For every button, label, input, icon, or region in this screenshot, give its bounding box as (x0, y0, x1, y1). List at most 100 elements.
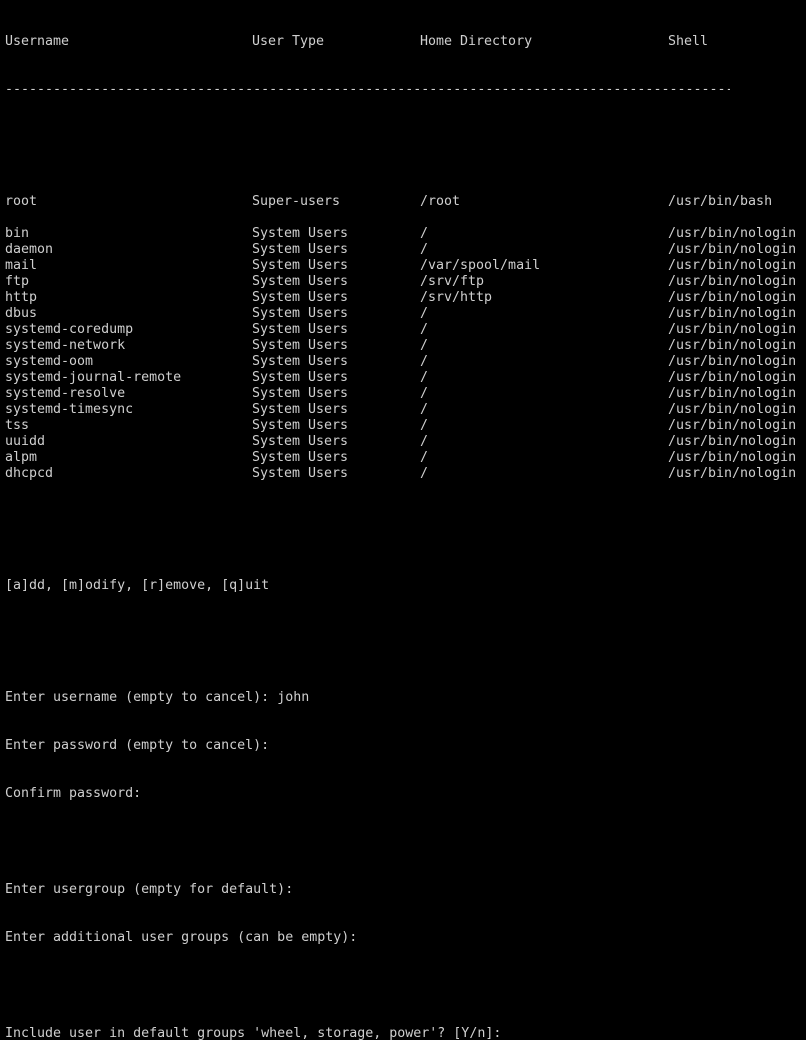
table-row: systemd-network System Users / /usr/bin/nol… (5, 338, 806, 354)
cell-user-type: System Users (252, 226, 349, 241)
cell-username: ftp (5, 274, 30, 289)
cell-shell: /usr/bin/nologin (668, 338, 797, 353)
table-row: ftp System Users/srv/ftp/usr/bin/nologin (5, 274, 806, 290)
cell-home-directory: / (420, 466, 429, 481)
cell-shell: /usr/bin/nologin (668, 466, 797, 481)
table-row: systemd-timesync System Users / /usr/bin/no… (5, 402, 806, 418)
table-row: daemon System Users / /usr/bin/nologin (5, 242, 806, 258)
cell-user-type: System Users (252, 402, 349, 417)
cell-shell: /usr/bin/nologin (668, 402, 797, 417)
additional-groups-prompt[interactable]: Enter additional user groups (can be emp… (5, 930, 806, 946)
cell-home-directory: /srv/http (420, 290, 493, 305)
cell-user-type: System Users (252, 418, 349, 433)
cell-shell: /usr/bin/nologin (668, 258, 797, 273)
cell-user-type: System Users (252, 386, 349, 401)
cell-home-directory: / (420, 434, 429, 449)
password-prompt[interactable]: Enter password (empty to cancel): (5, 738, 806, 754)
header-user-type: User Type (252, 34, 325, 49)
cell-user-type: Super-users (252, 194, 341, 209)
cell-user-type: System Users (252, 450, 349, 465)
cell-home-directory: / (420, 322, 429, 337)
cell-username: systemd-resolve (5, 386, 126, 401)
cell-shell: /usr/bin/nologin (668, 418, 797, 433)
cell-username: systemd-journal-remote (5, 370, 182, 385)
cell-username: systemd-coredump (5, 322, 134, 337)
cell-home-directory: / (420, 418, 429, 433)
cell-user-type: System Users (252, 306, 349, 321)
cell-home-directory: /root (420, 194, 461, 209)
cell-home-directory: / (420, 226, 429, 241)
header-shell: Shell (668, 34, 709, 49)
cell-username: daemon (5, 242, 54, 257)
header-home-directory: Home Directory (420, 34, 533, 49)
cell-username: uuidd (5, 434, 46, 449)
table-row: systemd-oom System Users / /usr/bin/nologin (5, 354, 806, 370)
cell-shell: /usr/bin/nologin (668, 322, 797, 337)
cell-home-directory: /var/spool/mail (420, 258, 541, 273)
menu-options: [a]dd, [m]odify, [r]emove, [q]uit (5, 578, 270, 593)
cell-username: systemd-timesync (5, 402, 134, 417)
table-row: mail System Users/var/spool/mail/usr/bin/… (5, 258, 806, 274)
cell-shell: /usr/bin/nologin (668, 226, 797, 241)
table-divider: ----------------------------------------… (5, 82, 730, 97)
cell-username: alpm (5, 450, 38, 465)
cell-user-type: System Users (252, 242, 349, 257)
cell-username: dhcpcd (5, 466, 54, 481)
cell-home-directory: / (420, 402, 429, 417)
cell-shell: /usr/bin/nologin (668, 434, 797, 449)
table-row: systemd-resolve System Users / /usr/bin/nol… (5, 386, 806, 402)
cell-home-directory: / (420, 354, 429, 369)
cell-home-directory: / (420, 370, 429, 385)
cell-username: systemd-oom (5, 354, 94, 369)
cell-username: dbus (5, 306, 38, 321)
cell-shell: /usr/bin/nologin (668, 450, 797, 465)
cell-user-type: System Users (252, 290, 349, 305)
table-row: dhcpcd System Users / /usr/bin/nologin (5, 466, 806, 482)
cell-shell: /usr/bin/nologin (668, 274, 797, 289)
cell-user-type: System Users (252, 274, 349, 289)
cell-username: systemd-network (5, 338, 126, 353)
usergroup-prompt[interactable]: Enter usergroup (empty for default): (5, 882, 806, 898)
cell-home-directory: / (420, 338, 429, 353)
table-row: root Super-users/root/usr/bin/bash (5, 194, 806, 210)
table-body: root Super-users/root/usr/bin/bash bin Syst… (5, 194, 806, 482)
table-header: Username User Type Home Directory Shell (5, 34, 806, 50)
cell-home-directory: / (420, 450, 429, 465)
confirm-password-prompt[interactable]: Confirm password: (5, 786, 806, 802)
cell-username: tss (5, 418, 30, 433)
table-row: systemd-coredump System Users / /usr/bin/no… (5, 322, 806, 338)
cell-user-type: System Users (252, 322, 349, 337)
table-row: dbus System Users / /usr/bin/nologin (5, 306, 806, 322)
table-row: tss System Users / /usr/bin/nologin (5, 418, 806, 434)
cell-username: mail (5, 258, 38, 273)
table-row: http System Users/srv/http/usr/bin/nologi… (5, 290, 806, 306)
cell-home-directory: / (420, 306, 429, 321)
cell-home-directory: / (420, 386, 429, 401)
header-username: Username (5, 34, 70, 49)
cell-home-directory: / (420, 242, 429, 257)
table-row: uuidd System Users / /usr/bin/nologin (5, 434, 806, 450)
terminal: Username User Type Home Directory Shell … (5, 2, 806, 1040)
username-prompt[interactable]: Enter username (empty to cancel): john (5, 690, 806, 706)
cell-shell: /usr/bin/nologin (668, 386, 797, 401)
cell-user-type: System Users (252, 338, 349, 353)
cell-shell: /usr/bin/nologin (668, 290, 797, 305)
cell-user-type: System Users (252, 370, 349, 385)
table-row: alpm System Users / /usr/bin/nologin (5, 450, 806, 466)
cell-username: bin (5, 226, 30, 241)
cell-username: http (5, 290, 38, 305)
cell-user-type: System Users (252, 258, 349, 273)
default-groups-prompt[interactable]: Include user in default groups 'wheel, s… (5, 1026, 806, 1040)
username-input[interactable]: john (277, 690, 309, 705)
cell-user-type: System Users (252, 434, 349, 449)
cell-user-type: System Users (252, 466, 349, 481)
cell-shell: /usr/bin/nologin (668, 306, 797, 321)
cell-shell: /usr/bin/nologin (668, 242, 797, 257)
cell-home-directory: /srv/ftp (420, 274, 485, 289)
